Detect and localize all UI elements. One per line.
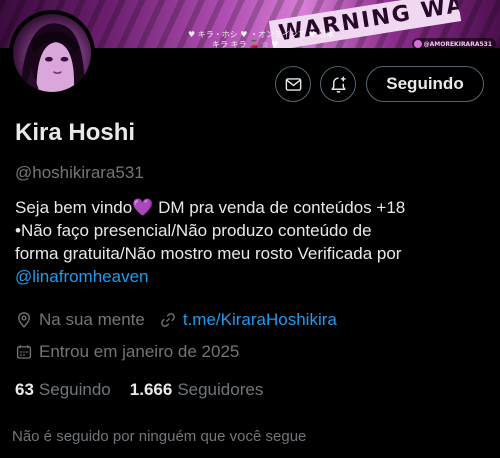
notifications-button[interactable] (320, 66, 356, 102)
profile-meta-joined-row: Entrou em janeiro de 2025 (15, 342, 239, 362)
bio-line-3: forma gratuita/Não mostro meu rosto Veri… (15, 244, 402, 263)
bio-mention-line: @linafromheaven (15, 265, 485, 288)
bio-greeting: Seja bem vindo (15, 198, 133, 217)
following-count: 63 (15, 380, 34, 399)
envelope-icon (285, 77, 301, 91)
bio-mention-link[interactable]: @linafromheaven (15, 267, 149, 286)
banner-telegram-tag: @AMOREKIRARA531 (411, 38, 496, 48)
message-button[interactable] (275, 66, 311, 102)
purple-heart-icon: 💜 (132, 198, 154, 217)
bio-line-2: •Não faço presencial/Não produzo conteúd… (15, 221, 372, 240)
link-icon (161, 313, 175, 327)
followers-stat[interactable]: 1.666 Seguidores (130, 380, 264, 400)
profile-bio: Seja bem vindo💜 DM pra venda de conteúdo… (15, 196, 485, 288)
profile-stats: 63 Seguindo 1.666 Seguidores (15, 380, 263, 400)
location-pin-icon (18, 312, 30, 328)
following-stat[interactable]: 63 Seguindo (15, 380, 111, 400)
calendar-icon (16, 345, 32, 359)
avatar-illustration (20, 23, 85, 92)
following-label: Seguindo (38, 380, 111, 399)
profile-handle: @hoshikirara531 (15, 163, 144, 182)
banner-caption-2: キラ キラ 🍒 ☆ ♥ (212, 40, 279, 48)
profile-name: Kira Hoshi (15, 119, 136, 146)
banner-telegram-handle: @AMOREKIRARA531 (423, 40, 492, 48)
bio-dm-text: DM pra venda de conteúdos +18 (153, 198, 406, 217)
followers-label: Seguidores (177, 380, 264, 399)
bio-line-1: Seja bem vindo💜 DM pra venda de conteúdo… (15, 196, 485, 219)
profile-meta-location-row: Na sua mente t.me/KiraraHoshikira (15, 310, 337, 330)
bell-plus-icon (330, 76, 346, 93)
mutuals-notice: Não é seguido por ninguém que você segue (12, 428, 307, 445)
avatar[interactable] (9, 10, 95, 96)
following-button[interactable]: Seguindo (366, 66, 484, 102)
telegram-icon (413, 40, 422, 48)
followers-count: 1.666 (129, 380, 173, 399)
profile-joined-date: Entrou em janeiro de 2025 (39, 342, 240, 361)
profile-location: Na sua mente (39, 310, 145, 329)
profile-website-link[interactable]: t.me/KiraraHoshikira (183, 310, 337, 330)
